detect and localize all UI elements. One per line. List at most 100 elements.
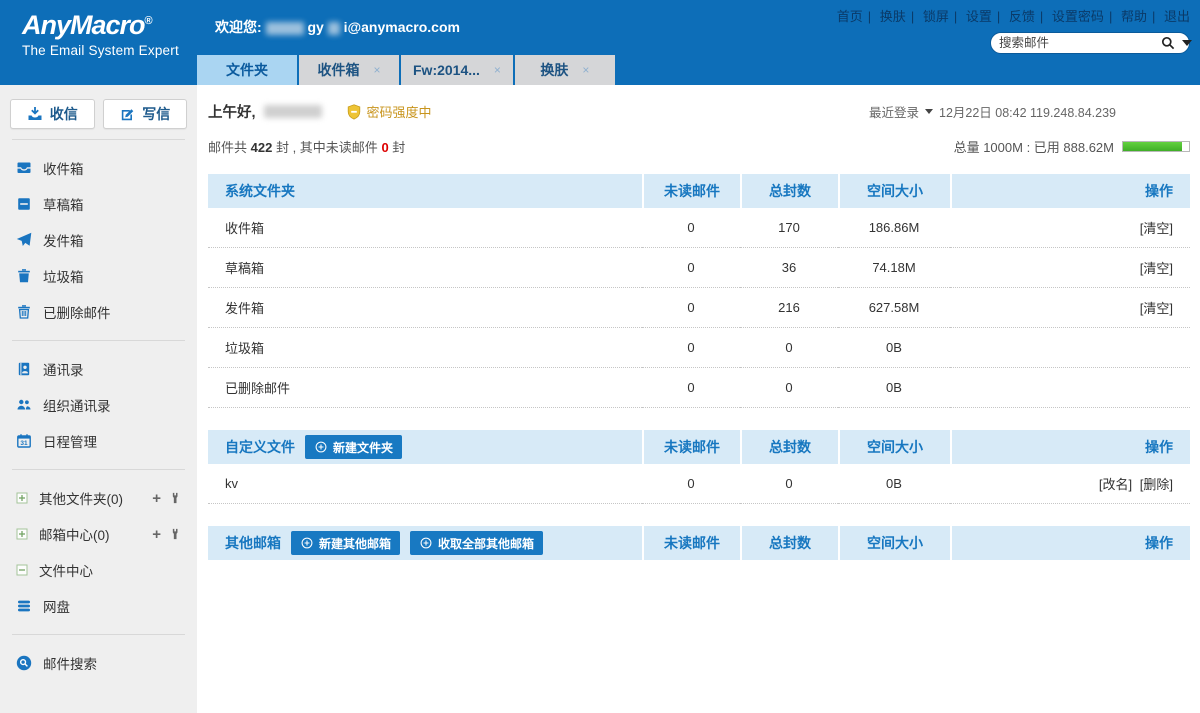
total-count: 216	[740, 288, 838, 328]
tab-mail-fw2014[interactable]: Fw:2014...×	[401, 55, 513, 85]
sidebar-item-label: 垃圾箱	[43, 266, 197, 286]
last-login-dropdown-icon[interactable]	[925, 109, 933, 114]
last-login-label: 最近登录	[869, 102, 919, 121]
tab-folders[interactable]: 文件夹	[197, 55, 297, 85]
trash-outline-icon	[16, 304, 32, 320]
nav-lock-screen[interactable]: 锁屏	[923, 9, 949, 24]
wrench-icon[interactable]	[171, 492, 181, 504]
sidebar-item-contacts[interactable]: 通讯录	[0, 351, 197, 387]
nav-set-password[interactable]: 设置密码	[1052, 9, 1104, 24]
welcome-user-email: i@anymacro.com	[344, 19, 460, 35]
quota-summary: 总量 1000M : 已用 888.62M	[954, 137, 1190, 156]
sidebar-item-drafts[interactable]: 草稿箱	[0, 186, 197, 222]
receive-mail-button[interactable]: 收信	[10, 99, 95, 129]
delete-folder-link[interactable]: [删除]	[1140, 477, 1173, 492]
folder-name[interactable]: 收件箱	[208, 208, 642, 248]
divider	[12, 469, 185, 470]
plus-circle-icon	[300, 536, 314, 550]
table-title: 其他邮箱	[225, 533, 281, 553]
search-options-arrow-icon[interactable]	[1182, 40, 1192, 46]
rename-folder-link[interactable]: [改名]	[1099, 477, 1132, 492]
sidebar-item-netdisk[interactable]: 网盘	[0, 588, 197, 624]
plus-circle-icon	[314, 440, 328, 454]
sidebar-item-org-contacts[interactable]: 组织通讯录	[0, 387, 197, 423]
folder-name[interactable]: 发件箱	[208, 288, 642, 328]
link-separator: |	[868, 9, 871, 24]
welcome-text: 欢迎您: gy i@anymacro.com	[215, 17, 460, 37]
sidebar-item-mailbox-center[interactable]: 邮箱中心(0) +	[0, 516, 197, 552]
empty-folder-link[interactable]: [清空]	[1140, 301, 1173, 316]
sidebar-item-calendar[interactable]: 日程管理	[0, 423, 197, 459]
custom-folders-table: 自定义文件 新建文件夹 未读邮件 总封数 空间大小 操作 kv 0 0 0B	[208, 430, 1190, 504]
tab-label: 换肤	[540, 60, 568, 80]
last-login-info: 最近登录 12月22日 08:42 119.248.84.239	[869, 102, 1190, 121]
new-other-mailbox-button[interactable]: 新建其他邮箱	[291, 531, 400, 555]
new-folder-button[interactable]: 新建文件夹	[305, 435, 402, 459]
sidebar-item-label: 草稿箱	[43, 194, 197, 214]
tab-inbox[interactable]: 收件箱×	[299, 55, 399, 85]
size-value: 627.58M	[838, 288, 950, 328]
sidebar-item-junk[interactable]: 垃圾箱	[0, 258, 197, 294]
size-value: 74.18M	[838, 248, 950, 288]
close-icon[interactable]: ×	[494, 63, 501, 77]
folder-name[interactable]: 已删除邮件	[208, 368, 642, 408]
compose-mail-label: 写信	[142, 104, 170, 124]
add-folder-icon[interactable]: +	[152, 491, 161, 506]
unread-count: 0	[642, 288, 740, 328]
search-input[interactable]	[999, 36, 1160, 50]
empty-folder-link[interactable]: [清空]	[1140, 221, 1173, 236]
column-header-size: 空间大小	[838, 174, 950, 208]
column-header-size: 空间大小	[838, 526, 950, 560]
collapse-minus-icon[interactable]	[16, 564, 28, 576]
nav-home[interactable]: 首页	[837, 9, 863, 24]
nav-feedback[interactable]: 反馈	[1009, 9, 1035, 24]
search-icon[interactable]	[1160, 35, 1176, 51]
divider	[12, 139, 185, 140]
close-icon[interactable]: ×	[373, 63, 380, 77]
link-separator: |	[997, 9, 1000, 24]
expand-plus-icon[interactable]	[16, 492, 28, 504]
tab-change-skin[interactable]: 换肤 ×	[515, 55, 615, 85]
mail-count-summary: 邮件共 422 封 , 其中未读邮件 0 封	[208, 137, 405, 156]
folder-name[interactable]: 草稿箱	[208, 248, 642, 288]
brand-name: AnyMacro®	[22, 10, 197, 41]
sidebar-item-other-folders[interactable]: 其他文件夹(0) +	[0, 480, 197, 516]
table-title: 系统文件夹	[225, 181, 295, 201]
password-strength-badge[interactable]: 密码强度中	[346, 102, 432, 121]
sidebar-item-deleted[interactable]: 已删除邮件	[0, 294, 197, 330]
fetch-all-label: 收取全部其他邮箱	[438, 535, 534, 552]
divider	[12, 340, 185, 341]
unread-count: 0	[642, 328, 740, 368]
table-title-cell: 系统文件夹	[208, 174, 642, 208]
table-row: 草稿箱 0 36 74.18M [清空]	[208, 248, 1190, 288]
sidebar-item-inbox[interactable]: 收件箱	[0, 150, 197, 186]
sidebar-item-label: 网盘	[43, 596, 197, 616]
compose-mail-button[interactable]: 写信	[103, 99, 188, 129]
redacted-display-name	[264, 105, 322, 118]
sidebar-item-mail-search[interactable]: 邮件搜索	[0, 645, 197, 681]
mail-search-icon	[16, 655, 32, 671]
folder-name[interactable]: kv	[208, 464, 642, 504]
sidebar-item-sent[interactable]: 发件箱	[0, 222, 197, 258]
total-count: 0	[740, 464, 838, 504]
sidebar-item-file-center[interactable]: 文件中心	[0, 552, 197, 588]
password-strength-label: 密码强度中	[367, 102, 432, 121]
wrench-icon[interactable]	[171, 528, 181, 540]
sidebar-item-label: 文件中心	[39, 560, 197, 580]
unread-count: 0	[642, 248, 740, 288]
nav-change-skin[interactable]: 换肤	[880, 9, 906, 24]
fetch-all-other-mailboxes-button[interactable]: 收取全部其他邮箱	[410, 531, 543, 555]
empty-folder-link[interactable]: [清空]	[1140, 261, 1173, 276]
folder-name[interactable]: 垃圾箱	[208, 328, 642, 368]
add-mailbox-icon[interactable]: +	[152, 527, 161, 542]
main-content: 上午好, 密码强度中 最近登录 12月22日 08:42 119.248.84.…	[197, 85, 1200, 713]
nav-logout[interactable]: 退出	[1164, 9, 1190, 24]
nav-help[interactable]: 帮助	[1121, 9, 1147, 24]
close-icon[interactable]: ×	[582, 63, 589, 77]
nav-settings[interactable]: 设置	[966, 9, 992, 24]
netdisk-icon	[16, 598, 32, 614]
mail-search-box[interactable]	[990, 32, 1190, 54]
link-separator: |	[1109, 9, 1112, 24]
sidebar-item-label: 日程管理	[43, 431, 197, 451]
expand-plus-icon[interactable]	[16, 528, 28, 540]
